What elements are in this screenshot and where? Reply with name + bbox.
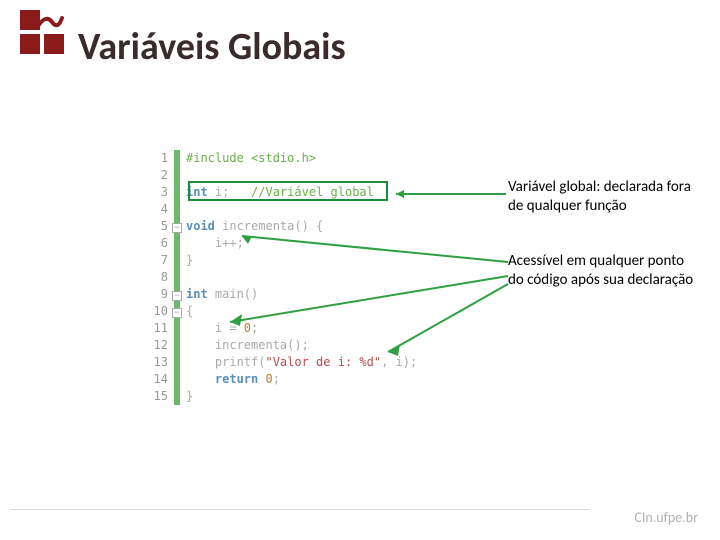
annotation-declaration: Variável global: declarada fora de qualq… bbox=[508, 178, 703, 216]
footer-text: CIn.ufpe.br bbox=[634, 509, 698, 526]
code-line: 8 bbox=[150, 269, 460, 286]
code-line: 4 bbox=[150, 201, 460, 218]
annotation-access: Acessível em qualquer ponto do código ap… bbox=[508, 252, 703, 290]
divider bbox=[10, 509, 590, 510]
code-line: 11 i = 0; bbox=[150, 320, 460, 337]
code-line: 5−void incrementa() { bbox=[150, 218, 460, 235]
page-title: Variáveis Globais bbox=[78, 24, 346, 70]
global-var-highlight bbox=[188, 181, 388, 201]
code-line: 13 printf("Valor de i: %d", i); bbox=[150, 354, 460, 371]
code-line: 9−int main() bbox=[150, 286, 460, 303]
code-line: 1#include <stdio.h> bbox=[150, 150, 460, 167]
code-line: 10−{ bbox=[150, 303, 460, 320]
code-line: 6 i++; bbox=[150, 235, 460, 252]
code-line: 7} bbox=[150, 252, 460, 269]
logo bbox=[20, 10, 66, 56]
code-line: 14 return 0; bbox=[150, 371, 460, 388]
code-line: 12 incrementa(); bbox=[150, 337, 460, 354]
code-line: 15} bbox=[150, 388, 460, 405]
